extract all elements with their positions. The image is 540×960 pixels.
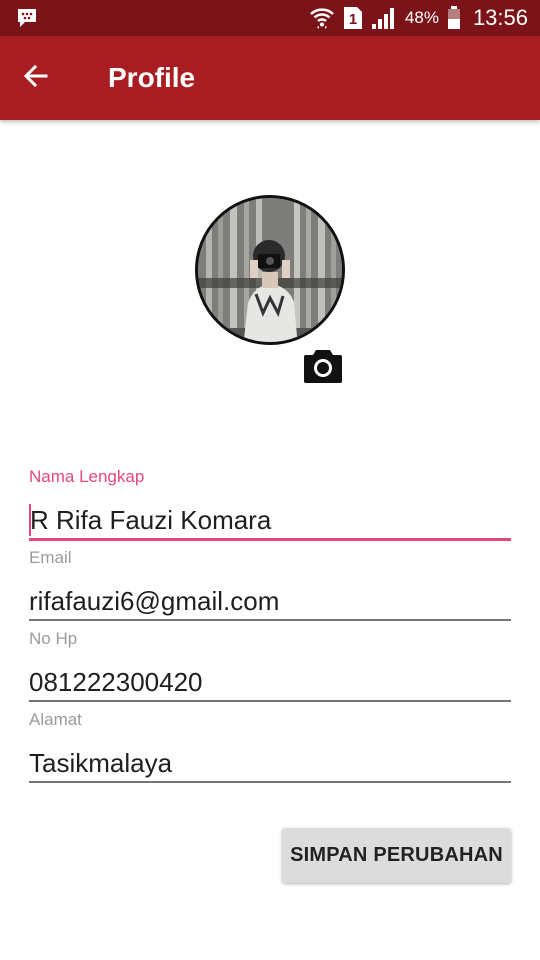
battery-percent: 48% xyxy=(404,8,439,27)
bbm-icon xyxy=(16,7,38,29)
address-field[interactable]: Alamat Tasikmalaya xyxy=(29,709,511,783)
arrow-back-icon xyxy=(22,62,50,95)
full-name-input[interactable]: R Rifa Fauzi Komara xyxy=(29,502,511,538)
email-input[interactable]: rifafauzi6@gmail.com xyxy=(29,583,511,619)
signal-icon xyxy=(371,6,397,30)
email-label: Email xyxy=(29,548,72,567)
phone-field[interactable]: No Hp 081222300420 xyxy=(29,628,511,702)
full-name-value: R Rifa Fauzi Komara xyxy=(30,505,272,535)
full-name-field[interactable]: Nama Lengkap R Rifa Fauzi Komara xyxy=(29,466,511,541)
phone-input[interactable]: 081222300420 xyxy=(29,664,511,700)
email-field[interactable]: Email rifafauzi6@gmail.com xyxy=(29,547,511,621)
address-value: Tasikmalaya xyxy=(29,748,173,778)
sim-slot-label: 1 xyxy=(349,11,357,28)
battery-icon xyxy=(447,6,461,30)
status-bar: 1 48% 13:56 xyxy=(0,0,540,36)
phone-underline xyxy=(29,700,511,702)
phone-value: 081222300420 xyxy=(29,667,203,697)
text-cursor xyxy=(29,504,31,536)
wifi-icon xyxy=(309,5,335,31)
full-name-underline xyxy=(29,538,511,541)
email-underline xyxy=(29,619,511,621)
address-underline xyxy=(29,781,511,783)
back-button[interactable] xyxy=(18,60,54,96)
save-changes-button[interactable]: SIMPAN PERUBAHAN xyxy=(282,828,511,883)
app-bar: Profile xyxy=(0,36,540,120)
address-label: Alamat xyxy=(29,710,82,729)
full-name-label: Nama Lengkap xyxy=(29,467,145,486)
clock: 13:56 xyxy=(472,5,528,30)
email-value: rifafauzi6@gmail.com xyxy=(29,586,280,616)
address-input[interactable]: Tasikmalaya xyxy=(29,745,511,781)
sim-icon: 1 xyxy=(343,6,363,30)
camera-icon xyxy=(303,350,343,388)
phone-label: No Hp xyxy=(29,629,78,648)
change-photo-button[interactable] xyxy=(303,348,343,384)
avatar[interactable] xyxy=(195,195,345,345)
page-title: Profile xyxy=(108,62,196,93)
